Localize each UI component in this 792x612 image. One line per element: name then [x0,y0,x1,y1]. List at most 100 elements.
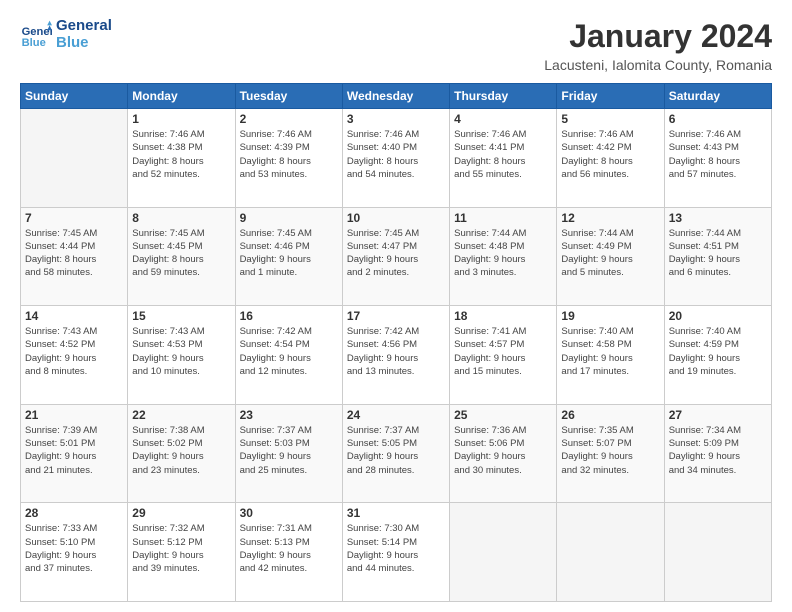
day-number: 23 [240,408,338,422]
calendar-header-friday: Friday [557,84,664,109]
day-info: Sunrise: 7:38 AMSunset: 5:02 PMDaylight:… [132,424,230,477]
calendar-cell: 13 Sunrise: 7:44 AMSunset: 4:51 PMDayligh… [664,207,771,306]
calendar-cell: 17 Sunrise: 7:42 AMSunset: 4:56 PMDayligh… [342,306,449,405]
calendar-cell: 15 Sunrise: 7:43 AMSunset: 4:53 PMDayligh… [128,306,235,405]
day-info: Sunrise: 7:32 AMSunset: 5:12 PMDaylight:… [132,522,230,575]
day-number: 30 [240,506,338,520]
day-number: 16 [240,309,338,323]
day-info: Sunrise: 7:46 AMSunset: 4:40 PMDaylight:… [347,128,445,181]
day-number: 17 [347,309,445,323]
logo: General Blue General Blue [20,18,112,51]
calendar-cell: 30 Sunrise: 7:31 AMSunset: 5:13 PMDayligh… [235,503,342,602]
day-info: Sunrise: 7:46 AMSunset: 4:39 PMDaylight:… [240,128,338,181]
day-info: Sunrise: 7:44 AMSunset: 4:51 PMDaylight:… [669,227,767,280]
calendar-week-3: 14 Sunrise: 7:43 AMSunset: 4:52 PMDayligh… [21,306,772,405]
day-info: Sunrise: 7:42 AMSunset: 4:56 PMDaylight:… [347,325,445,378]
day-number: 14 [25,309,123,323]
logo-blue: Blue [56,35,112,52]
day-info: Sunrise: 7:46 AMSunset: 4:42 PMDaylight:… [561,128,659,181]
page: General Blue General Blue January 2024 L… [0,0,792,612]
day-info: Sunrise: 7:45 AMSunset: 4:44 PMDaylight:… [25,227,123,280]
day-number: 3 [347,112,445,126]
svg-text:General: General [22,26,52,38]
day-info: Sunrise: 7:35 AMSunset: 5:07 PMDaylight:… [561,424,659,477]
day-info: Sunrise: 7:31 AMSunset: 5:13 PMDaylight:… [240,522,338,575]
calendar-cell: 5Sunrise: 7:46 AMSunset: 4:42 PMDaylight… [557,109,664,208]
day-number: 28 [25,506,123,520]
day-number: 25 [454,408,552,422]
day-info: Sunrise: 7:44 AMSunset: 4:49 PMDaylight:… [561,227,659,280]
day-number: 13 [669,211,767,225]
calendar-cell: 23 Sunrise: 7:37 AMSunset: 5:03 PMDayligh… [235,404,342,503]
calendar-cell: 27Sunrise: 7:34 AMSunset: 5:09 PMDayligh… [664,404,771,503]
day-info: Sunrise: 7:41 AMSunset: 4:57 PMDaylight:… [454,325,552,378]
calendar-cell: 18 Sunrise: 7:41 AMSunset: 4:57 PMDayligh… [450,306,557,405]
day-info: Sunrise: 7:42 AMSunset: 4:54 PMDaylight:… [240,325,338,378]
calendar-week-1: 1 Sunrise: 7:46 AMSunset: 4:38 PMDaylight… [21,109,772,208]
calendar-week-4: 21Sunrise: 7:39 AMSunset: 5:01 PMDayligh… [21,404,772,503]
day-number: 15 [132,309,230,323]
day-number: 6 [669,112,767,126]
day-info: Sunrise: 7:30 AMSunset: 5:14 PMDaylight:… [347,522,445,575]
calendar-header-tuesday: Tuesday [235,84,342,109]
calendar-week-2: 7 Sunrise: 7:45 AMSunset: 4:44 PMDaylight… [21,207,772,306]
calendar-week-5: 28Sunrise: 7:33 AMSunset: 5:10 PMDayligh… [21,503,772,602]
day-number: 4 [454,112,552,126]
day-number: 19 [561,309,659,323]
calendar-cell: 29Sunrise: 7:32 AMSunset: 5:12 PMDayligh… [128,503,235,602]
day-number: 24 [347,408,445,422]
calendar-cell [664,503,771,602]
calendar-cell: 20 Sunrise: 7:40 AMSunset: 4:59 PMDayligh… [664,306,771,405]
day-info: Sunrise: 7:36 AMSunset: 5:06 PMDaylight:… [454,424,552,477]
calendar-table: SundayMondayTuesdayWednesdayThursdayFrid… [20,83,772,602]
calendar-cell: 28Sunrise: 7:33 AMSunset: 5:10 PMDayligh… [21,503,128,602]
day-info: Sunrise: 7:40 AMSunset: 4:59 PMDaylight:… [669,325,767,378]
calendar-cell: 21Sunrise: 7:39 AMSunset: 5:01 PMDayligh… [21,404,128,503]
day-number: 18 [454,309,552,323]
day-number: 26 [561,408,659,422]
calendar-cell: 19 Sunrise: 7:40 AMSunset: 4:58 PMDayligh… [557,306,664,405]
calendar-cell: 16 Sunrise: 7:42 AMSunset: 4:54 PMDayligh… [235,306,342,405]
day-info: Sunrise: 7:34 AMSunset: 5:09 PMDaylight:… [669,424,767,477]
calendar-header-thursday: Thursday [450,84,557,109]
calendar-header-saturday: Saturday [664,84,771,109]
calendar-cell: 14 Sunrise: 7:43 AMSunset: 4:52 PMDayligh… [21,306,128,405]
day-info: Sunrise: 7:46 AMSunset: 4:43 PMDaylight:… [669,128,767,181]
day-info: Sunrise: 7:37 AMSunset: 5:03 PMDaylight:… [240,424,338,477]
day-number: 22 [132,408,230,422]
header: General Blue General Blue January 2024 L… [20,18,772,73]
logo-icon: General Blue [20,19,52,51]
calendar-cell: 26 Sunrise: 7:35 AMSunset: 5:07 PMDayligh… [557,404,664,503]
day-number: 20 [669,309,767,323]
day-info: Sunrise: 7:43 AMSunset: 4:52 PMDaylight:… [25,325,123,378]
calendar-cell: 3 Sunrise: 7:46 AMSunset: 4:40 PMDaylight… [342,109,449,208]
day-number: 12 [561,211,659,225]
calendar-cell [450,503,557,602]
day-info: Sunrise: 7:45 AMSunset: 4:45 PMDaylight:… [132,227,230,280]
calendar-cell: 4 Sunrise: 7:46 AMSunset: 4:41 PMDaylight… [450,109,557,208]
calendar-header-row: SundayMondayTuesdayWednesdayThursdayFrid… [21,84,772,109]
calendar-cell: 7 Sunrise: 7:45 AMSunset: 4:44 PMDaylight… [21,207,128,306]
day-number: 9 [240,211,338,225]
logo-general: General [56,18,112,35]
calendar-cell: 31Sunrise: 7:30 AMSunset: 5:14 PMDayligh… [342,503,449,602]
day-info: Sunrise: 7:46 AMSunset: 4:41 PMDaylight:… [454,128,552,181]
calendar-header-sunday: Sunday [21,84,128,109]
calendar-cell [21,109,128,208]
main-title: January 2024 [544,18,772,55]
day-number: 10 [347,211,445,225]
calendar-cell: 2Sunrise: 7:46 AMSunset: 4:39 PMDaylight… [235,109,342,208]
day-info: Sunrise: 7:45 AMSunset: 4:46 PMDaylight:… [240,227,338,280]
calendar-cell: 8Sunrise: 7:45 AMSunset: 4:45 PMDaylight… [128,207,235,306]
day-info: Sunrise: 7:40 AMSunset: 4:58 PMDaylight:… [561,325,659,378]
day-number: 21 [25,408,123,422]
day-number: 1 [132,112,230,126]
calendar-cell: 11Sunrise: 7:44 AMSunset: 4:48 PMDayligh… [450,207,557,306]
calendar-cell [557,503,664,602]
day-number: 7 [25,211,123,225]
day-info: Sunrise: 7:46 AMSunset: 4:38 PMDaylight:… [132,128,230,181]
day-info: Sunrise: 7:37 AMSunset: 5:05 PMDaylight:… [347,424,445,477]
calendar-cell: 22 Sunrise: 7:38 AMSunset: 5:02 PMDayligh… [128,404,235,503]
day-info: Sunrise: 7:43 AMSunset: 4:53 PMDaylight:… [132,325,230,378]
subtitle: Lacusteni, Ialomita County, Romania [544,57,772,73]
